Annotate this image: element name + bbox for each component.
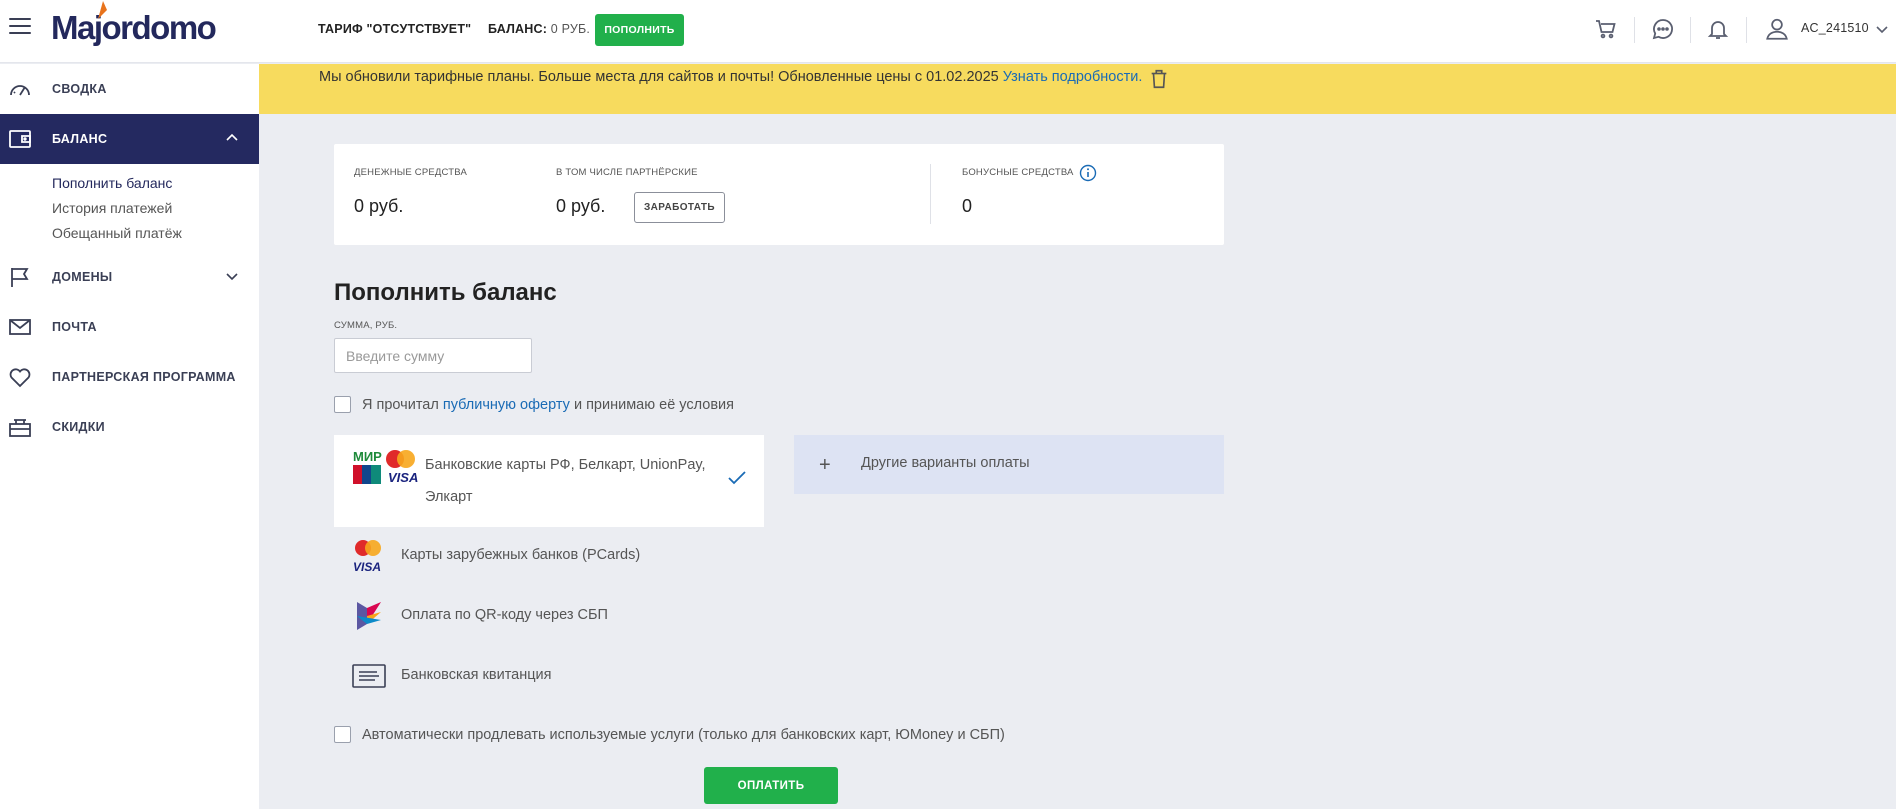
balance-value: 0 РУБ. [550, 22, 591, 36]
money-label: ДЕНЕЖНЫЕ СРЕДСТВА [354, 167, 468, 178]
logo[interactable]: Majordomo [51, 1, 217, 47]
sidebar-subitem-promised[interactable]: Обещанный платёж [52, 225, 182, 241]
sidebar-item-label: СКИДКИ [52, 420, 105, 434]
user-icon[interactable] [1764, 16, 1790, 42]
amount-label: СУММА, РУБ. [334, 320, 398, 331]
sidebar-item-partner[interactable]: ПАРТНЕРСКАЯ ПРОГРАММА [0, 352, 259, 402]
sidebar-item-label: ПОЧТА [52, 320, 97, 334]
pay-button[interactable]: ОПЛАТИТЬ [704, 767, 838, 804]
page-title: Пополнить баланс [334, 279, 557, 306]
sidebar-item-label: ПАРТНЕРСКАЯ ПРОГРАММА [52, 370, 236, 384]
user-name[interactable]: AC_241510 [1801, 21, 1869, 35]
payment-option-label: Другие варианты оплаты [861, 455, 1030, 471]
money-value: 0 руб. [354, 196, 404, 216]
offer-checkbox-row[interactable]: Я прочитал публичную оферту и принимаю е… [334, 396, 734, 413]
payment-option-label: Банковские карты РФ, Белкарт, UnionPay, … [425, 457, 706, 505]
heart-icon [9, 368, 31, 388]
earn-button[interactable]: ЗАРАБОТАТЬ [634, 192, 725, 223]
autorenew-label: Автоматически продлевать используемые ус… [362, 726, 1005, 743]
chevron-up-icon[interactable] [225, 131, 239, 145]
chat-icon[interactable] [1650, 16, 1676, 42]
flag-icon [11, 268, 29, 287]
sidebar-item-label: СВОДКА [52, 82, 107, 96]
tariff-label: ТАРИФ "ОТСУТСТВУЕТ" [318, 22, 472, 36]
offer-checkbox[interactable] [334, 396, 351, 413]
receipt-icon [352, 664, 386, 688]
autorenew-checkbox[interactable] [334, 726, 351, 743]
logo-mark-icon [98, 1, 107, 19]
sidebar-subitem-history[interactable]: История платежей [52, 200, 172, 216]
sidebar-item-label: БАЛАНС [52, 132, 108, 146]
partner-value: 0 руб. [556, 196, 606, 216]
autorenew-checkbox-row[interactable]: Автоматически продлевать используемые ус… [334, 726, 1005, 743]
mail-icon [9, 319, 31, 335]
notice-link[interactable]: Узнать подробности. [1003, 69, 1143, 85]
notice-banner: Мы обновили тарифные планы. Больше места… [259, 64, 1896, 114]
info-icon[interactable] [1079, 164, 1097, 182]
check-icon [728, 471, 746, 485]
sidebar-item-domains[interactable]: ДОМЕНЫ [0, 252, 259, 302]
svg-text:VISA: VISA [353, 560, 381, 574]
offer-suffix: и принимаю её условия [573, 396, 734, 413]
bonus-value: 0 [962, 196, 973, 216]
payment-option-receipt[interactable]: Банковская квитанция [334, 651, 764, 701]
topup-button[interactable]: ПОПОЛНИТЬ [595, 14, 684, 46]
payment-option-label: Оплата по QR-коду через СБП [401, 607, 608, 623]
offer-link[interactable]: публичную оферту [443, 397, 570, 413]
gift-icon [9, 419, 31, 437]
payment-option-label: Банковская квитанция [401, 667, 552, 683]
wallet-icon [9, 130, 31, 148]
sidebar-item-summary[interactable]: СВОДКА [0, 64, 259, 114]
cart-icon[interactable] [1593, 16, 1619, 42]
balance-summary-card: ДЕНЕЖНЫЕ СРЕДСТВА 0 руб. В ТОМ ЧИСЛЕ ПАР… [334, 144, 1224, 245]
mastercard-visa-icon: VISA [353, 540, 381, 574]
notice-text: Мы обновили тарифные планы. Больше места… [319, 69, 1142, 85]
balance-label: БАЛАНС: [488, 22, 548, 36]
payment-option-other[interactable]: + Другие варианты оплаты [794, 435, 1224, 494]
header-separator [1690, 17, 1691, 43]
divider [930, 164, 931, 224]
bonus-label: БОНУСНЫЕ СРЕДСТВА [962, 167, 1074, 178]
svg-text:VISA: VISA [388, 470, 418, 484]
top-header: Majordomo ТАРИФ "ОТСУТСТВУЕТ" БАЛАНС: 0 … [0, 0, 1896, 63]
sidebar-item-balance[interactable]: БАЛАНС [0, 114, 259, 164]
notice-message: Мы обновили тарифные планы. Больше места… [319, 69, 999, 85]
trash-icon[interactable] [1148, 68, 1170, 90]
chevron-down-icon[interactable] [1876, 25, 1888, 35]
mir-unionpay-mastercard-visa-icon: МИР VISA [353, 449, 418, 484]
sidebar-subitem-topup[interactable]: Пополнить баланс [52, 175, 172, 191]
plus-icon: + [819, 454, 831, 476]
sidebar-item-label: ДОМЕНЫ [52, 270, 113, 284]
speedometer-icon [10, 85, 30, 96]
sbp-icon [357, 602, 381, 630]
amount-input[interactable] [334, 338, 532, 373]
payment-option-label: Карты зарубежных банков (PCards) [401, 547, 641, 563]
partner-label: В ТОМ ЧИСЛЕ ПАРТНЁРСКИЕ [556, 167, 698, 178]
payment-option-bank-cards[interactable]: МИР VISA Банковские карты РФ, Белкарт, U… [334, 435, 764, 527]
payment-option-pcards[interactable]: VISA Карты зарубежных банков (PCards) [334, 531, 764, 581]
logo-text: Majordomo [51, 9, 217, 46]
header-separator [1746, 17, 1747, 43]
chevron-down-icon[interactable] [225, 269, 239, 283]
sidebar: СВОДКА БАЛАНС Пополнить баланс История п… [0, 64, 259, 809]
bell-icon[interactable] [1705, 16, 1731, 42]
sidebar-item-discounts[interactable]: СКИДКИ [0, 402, 259, 452]
sidebar-item-mail[interactable]: ПОЧТА [0, 302, 259, 352]
header-balance: БАЛАНС: 0 РУБ. [488, 22, 590, 36]
svg-text:МИР: МИР [353, 449, 382, 464]
header-separator [1634, 17, 1635, 43]
offer-prefix: Я прочитал [362, 396, 439, 413]
menu-icon[interactable] [9, 18, 31, 36]
payment-option-sbp[interactable]: Оплата по QR-коду через СБП [334, 591, 764, 641]
